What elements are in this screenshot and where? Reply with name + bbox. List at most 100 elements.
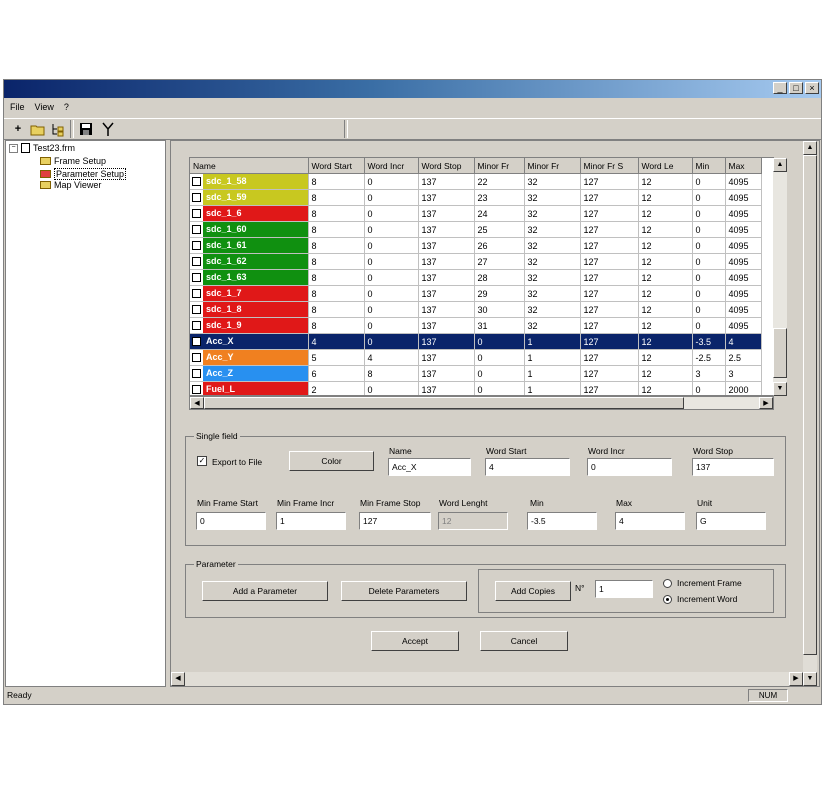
table-cell[interactable]: 1 bbox=[524, 365, 581, 382]
column-header[interactable]: Word Incr bbox=[364, 158, 419, 174]
open-icon[interactable] bbox=[30, 121, 46, 137]
table-cell[interactable]: 137 bbox=[418, 237, 475, 254]
table-cell[interactable]: 137 bbox=[418, 221, 475, 238]
menu-view[interactable]: View bbox=[35, 102, 54, 112]
table-cell[interactable]: 8 bbox=[308, 317, 365, 334]
table-cell[interactable]: 4095 bbox=[725, 285, 762, 302]
export-checkbox[interactable]: ✓ bbox=[197, 456, 207, 466]
min-frame-start-input[interactable]: 0 bbox=[196, 512, 266, 530]
table-cell[interactable]: 0 bbox=[692, 237, 726, 254]
table-cell[interactable]: 12 bbox=[638, 205, 693, 222]
table-row[interactable]: sdc_1_7 8 0 137 29 32 127 12 0 4095 bbox=[190, 285, 762, 302]
color-button[interactable]: Color bbox=[289, 451, 374, 471]
name-cell[interactable]: sdc_1_9 bbox=[190, 317, 309, 334]
table-cell[interactable]: 29 bbox=[474, 285, 525, 302]
title-bar[interactable]: _ □ × bbox=[4, 80, 821, 98]
table-cell[interactable]: 4095 bbox=[725, 317, 762, 334]
table-row[interactable]: Acc_Y 5 4 137 0 1 127 12 -2.5 2.5 bbox=[190, 349, 762, 366]
table-cell[interactable]: 0 bbox=[364, 173, 419, 190]
table-cell[interactable]: 25 bbox=[474, 221, 525, 238]
table-row[interactable]: sdc_1_6 8 0 137 24 32 127 12 0 4095 bbox=[190, 205, 762, 222]
table-cell[interactable]: 2000 bbox=[725, 381, 762, 395]
row-checkbox[interactable] bbox=[192, 241, 201, 250]
table-cell[interactable]: 127 bbox=[580, 317, 639, 334]
collapse-icon[interactable]: − bbox=[9, 143, 18, 153]
table-cell[interactable]: 137 bbox=[418, 381, 475, 395]
table-cell[interactable]: 137 bbox=[418, 333, 475, 350]
table-cell[interactable]: 137 bbox=[418, 253, 475, 270]
table-cell[interactable]: 22 bbox=[474, 173, 525, 190]
table-cell[interactable]: 4095 bbox=[725, 301, 762, 318]
column-header[interactable]: Word Stop bbox=[418, 158, 475, 174]
table-cell[interactable]: 31 bbox=[474, 317, 525, 334]
column-header[interactable]: Min bbox=[692, 158, 726, 174]
row-checkbox[interactable] bbox=[192, 369, 201, 378]
table-cell[interactable]: 4 bbox=[725, 333, 762, 350]
table-cell[interactable]: 8 bbox=[308, 237, 365, 254]
name-cell[interactable]: Acc_Z bbox=[190, 365, 309, 382]
table-cell[interactable]: 6 bbox=[308, 365, 365, 382]
scroll-up-icon[interactable]: ▲ bbox=[803, 141, 817, 155]
tree-root[interactable]: − Test23.frm bbox=[9, 143, 75, 153]
name-cell[interactable]: sdc_1_8 bbox=[190, 301, 309, 318]
increment-frame-radio[interactable] bbox=[663, 579, 672, 588]
word-incr-input[interactable]: 0 bbox=[587, 458, 672, 476]
table-cell[interactable]: 32 bbox=[524, 253, 581, 270]
antenna-icon[interactable] bbox=[100, 121, 116, 137]
column-header[interactable]: Minor Fr S bbox=[580, 158, 639, 174]
table-row[interactable]: Acc_X 4 0 137 0 1 127 12 -3.5 4 bbox=[190, 333, 762, 350]
table-cell[interactable]: 8 bbox=[308, 285, 365, 302]
table-cell[interactable]: 137 bbox=[418, 349, 475, 366]
add-copies-button[interactable]: Add Copies bbox=[495, 581, 571, 601]
scroll-down-icon[interactable]: ▼ bbox=[773, 382, 787, 396]
table-cell[interactable]: 127 bbox=[580, 221, 639, 238]
table-cell[interactable]: 137 bbox=[418, 269, 475, 286]
name-cell[interactable]: sdc_1_63 bbox=[190, 269, 309, 286]
main-horizontal-scrollbar[interactable]: ◀ ▶ bbox=[171, 672, 803, 686]
table-cell[interactable]: 137 bbox=[418, 173, 475, 190]
table-cell[interactable]: 127 bbox=[580, 365, 639, 382]
table-cell[interactable]: 4095 bbox=[725, 253, 762, 270]
table-cell[interactable]: 137 bbox=[418, 189, 475, 206]
unit-input[interactable]: G bbox=[696, 512, 766, 530]
table-cell[interactable]: 0 bbox=[692, 189, 726, 206]
name-cell[interactable]: Acc_Y bbox=[190, 349, 309, 366]
table-row[interactable]: sdc_1_9 8 0 137 31 32 127 12 0 4095 bbox=[190, 317, 762, 334]
table-cell[interactable]: 0 bbox=[692, 205, 726, 222]
table-cell[interactable]: 127 bbox=[580, 285, 639, 302]
min-frame-stop-input[interactable]: 127 bbox=[359, 512, 431, 530]
table-cell[interactable]: 3 bbox=[692, 365, 726, 382]
name-cell[interactable]: sdc_1_6 bbox=[190, 205, 309, 222]
column-header[interactable]: Word Le bbox=[638, 158, 693, 174]
table-cell[interactable]: 12 bbox=[638, 221, 693, 238]
delete-parameters-button[interactable]: Delete Parameters bbox=[341, 581, 467, 601]
table-cell[interactable]: 4095 bbox=[725, 221, 762, 238]
table-cell[interactable]: 8 bbox=[308, 173, 365, 190]
table-cell[interactable]: 0 bbox=[364, 237, 419, 254]
row-checkbox[interactable] bbox=[192, 257, 201, 266]
name-cell[interactable]: sdc_1_61 bbox=[190, 237, 309, 254]
row-checkbox[interactable] bbox=[192, 353, 201, 362]
min-frame-incr-input[interactable]: 1 bbox=[276, 512, 346, 530]
tree-item-map-viewer[interactable]: Map Viewer bbox=[40, 180, 101, 190]
table-cell[interactable]: 0 bbox=[474, 381, 525, 395]
table-cell[interactable]: 0 bbox=[364, 253, 419, 270]
table-cell[interactable]: 0 bbox=[692, 381, 726, 395]
table-cell[interactable]: 28 bbox=[474, 269, 525, 286]
table-cell[interactable]: 137 bbox=[418, 365, 475, 382]
table-cell[interactable]: 12 bbox=[638, 301, 693, 318]
table-cell[interactable]: 0 bbox=[692, 285, 726, 302]
table-row[interactable]: sdc_1_62 8 0 137 27 32 127 12 0 4095 bbox=[190, 253, 762, 270]
row-checkbox[interactable] bbox=[192, 273, 201, 282]
table-cell[interactable]: 12 bbox=[638, 173, 693, 190]
name-cell[interactable]: Fuel_L bbox=[190, 381, 309, 395]
table-cell[interactable]: 4095 bbox=[725, 269, 762, 286]
table-cell[interactable]: 127 bbox=[580, 173, 639, 190]
column-header[interactable]: Word Start bbox=[308, 158, 365, 174]
new-icon[interactable]: + bbox=[10, 121, 26, 137]
cancel-button[interactable]: Cancel bbox=[480, 631, 568, 651]
table-row[interactable]: sdc_1_8 8 0 137 30 32 127 12 0 4095 bbox=[190, 301, 762, 318]
add-parameter-button[interactable]: Add a Parameter bbox=[202, 581, 328, 601]
scroll-thumb[interactable] bbox=[204, 397, 684, 409]
name-cell[interactable]: sdc_1_7 bbox=[190, 285, 309, 302]
